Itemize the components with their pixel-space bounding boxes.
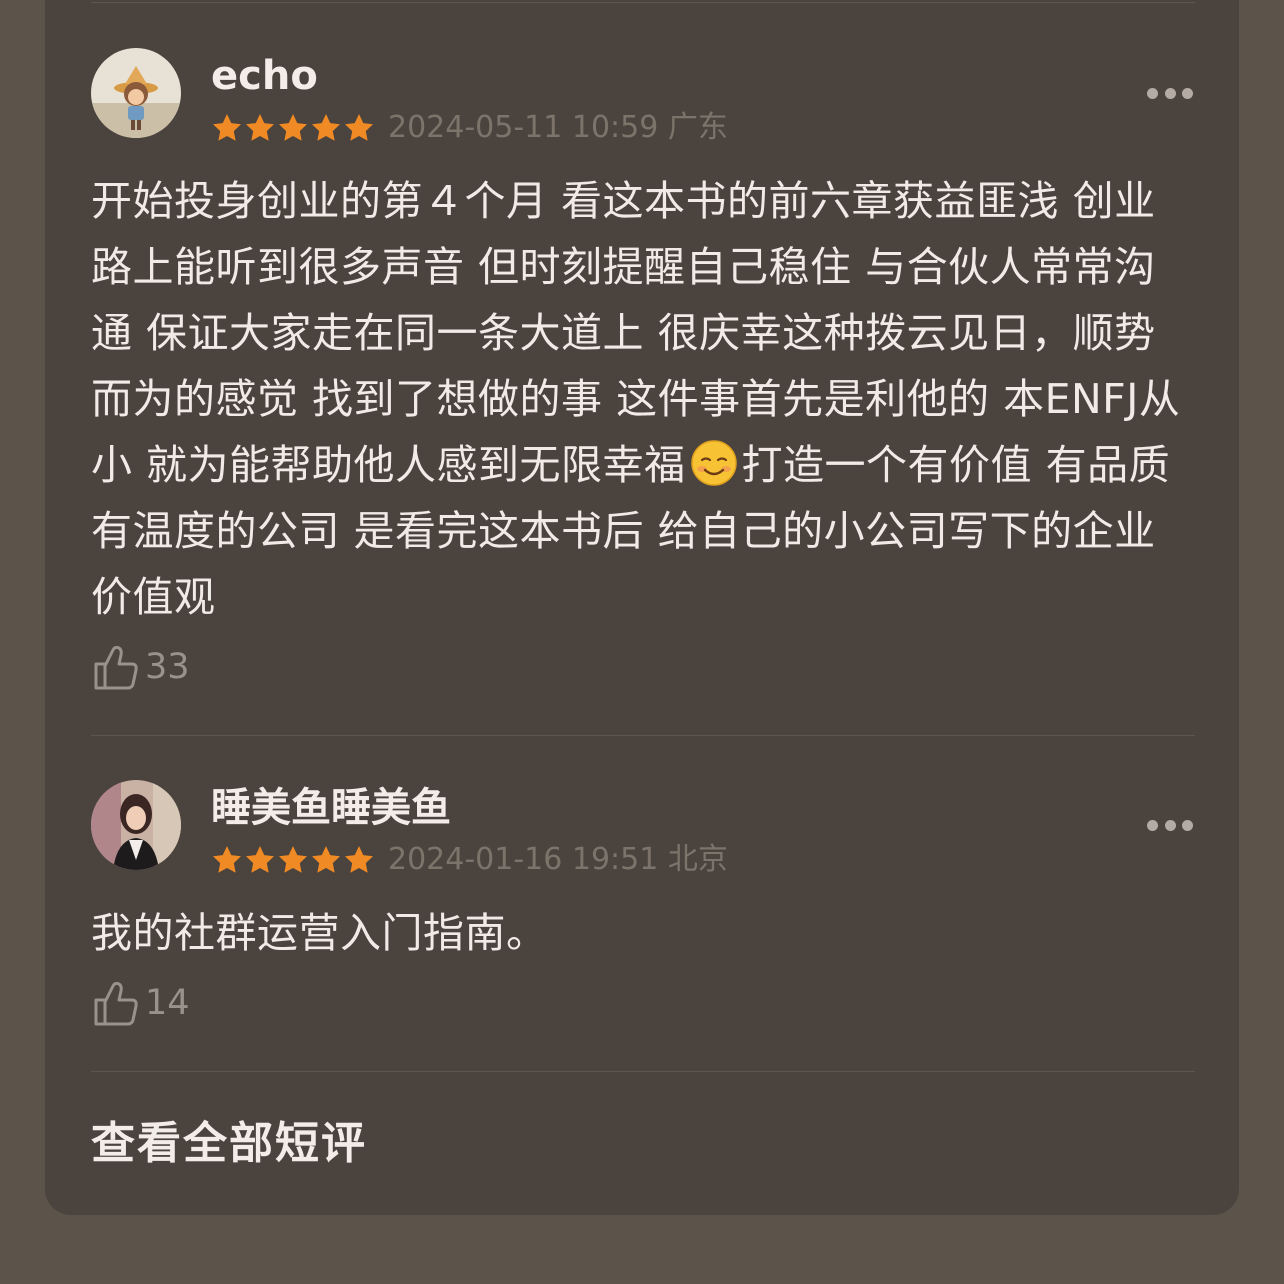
view-all-reviews-link[interactable]: 查看全部短评	[91, 1116, 367, 1172]
smiling-face-emoji-icon	[690, 440, 737, 486]
top-divider	[91, 2, 1195, 3]
review-datetime: 2024-05-11 10:59	[388, 110, 659, 145]
like-button[interactable]: 33	[91, 642, 190, 692]
username[interactable]: echo	[211, 52, 318, 100]
thumbs-up-icon	[94, 645, 138, 690]
username[interactable]: 睡美鱼睡美鱼	[211, 784, 451, 832]
star-icon	[345, 846, 373, 873]
review-datetime: 2024-01-16 19:51	[388, 842, 659, 877]
review-text: 开始投身创业的第４个月 看这本书的前六章获益匪浅 创业路上能听到很多声音 但时刻…	[91, 168, 1195, 630]
review-divider	[91, 735, 1195, 736]
review-text: 我的社群运营入门指南。	[91, 909, 548, 957]
star-icon	[213, 846, 241, 873]
review-location: 广东	[667, 110, 728, 145]
review-location: 北京	[667, 842, 728, 877]
review-meta: 2024-05-11 10:59 广东	[388, 110, 728, 146]
star-icon	[246, 846, 274, 873]
more-icon[interactable]	[1147, 87, 1193, 99]
star-icon	[345, 114, 373, 141]
thumbs-up-icon	[94, 981, 138, 1026]
star-icon	[279, 114, 307, 141]
avatar[interactable]	[91, 780, 181, 870]
star-icon	[279, 846, 307, 873]
star-icon	[312, 846, 340, 873]
review-meta: 2024-01-16 19:51 北京	[388, 842, 728, 878]
rating-stars	[211, 112, 375, 144]
like-count: 14	[145, 983, 190, 1023]
like-button[interactable]: 14	[91, 978, 190, 1028]
rating-stars	[211, 844, 375, 876]
more-icon[interactable]	[1147, 819, 1193, 831]
avatar[interactable]	[91, 48, 181, 138]
star-icon	[246, 114, 274, 141]
short-reviews-card: echo 2024-05-11 10:59 广东 开始投身创业的第４个月 看这本…	[45, 0, 1239, 1215]
star-icon	[213, 114, 241, 141]
like-count: 33	[145, 647, 190, 687]
footer-divider	[91, 1071, 1195, 1072]
star-icon	[312, 114, 340, 141]
